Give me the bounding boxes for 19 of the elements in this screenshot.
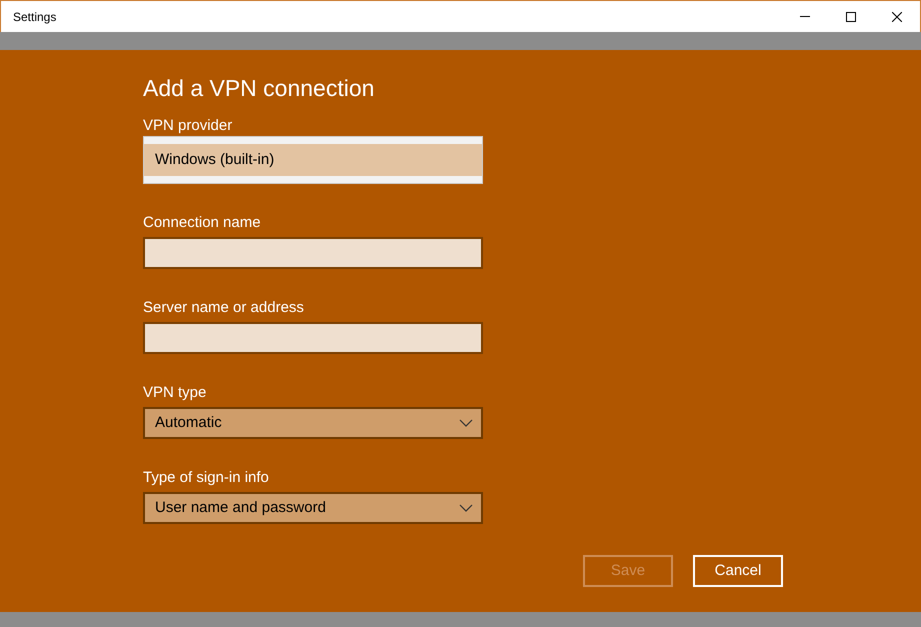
field-label: VPN type xyxy=(143,383,208,403)
close-icon xyxy=(892,12,902,22)
field-label: Connection name xyxy=(143,213,262,233)
dropdown-list[interactable]: Windows (built-in) xyxy=(143,136,483,184)
window-title: Settings xyxy=(12,8,56,26)
chevron-down-icon xyxy=(459,504,473,512)
maximize-icon xyxy=(846,12,856,22)
minimize-icon xyxy=(800,16,810,17)
dialog-title: Add a VPN connection xyxy=(143,74,376,102)
dropdown-option[interactable]: Windows (built-in) xyxy=(144,144,482,176)
field-label: Server name or address xyxy=(143,298,305,318)
dropdown[interactable]: Automatic xyxy=(143,407,483,439)
field-label: VPN provider xyxy=(143,116,234,136)
field-label: Type of sign-in info xyxy=(143,468,270,488)
input-field[interactable] xyxy=(143,237,483,269)
dropdown[interactable]: User name and password xyxy=(143,492,483,524)
chevron-down-icon xyxy=(459,419,473,427)
input-field[interactable] xyxy=(143,322,483,354)
cancel-button[interactable]: Cancel xyxy=(693,555,783,587)
